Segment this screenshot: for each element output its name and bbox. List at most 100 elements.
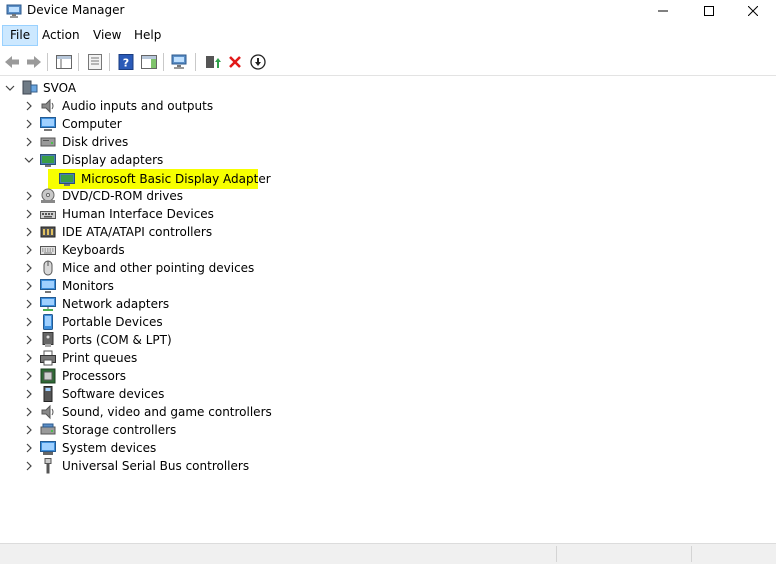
tree-item-usb-controllers[interactable]: Universal Serial Bus controllers xyxy=(0,457,300,475)
tree-item-ports[interactable]: Ports (COM & LPT) xyxy=(0,331,300,349)
back-arrow-icon xyxy=(5,56,19,68)
properties-icon xyxy=(88,54,102,70)
tree-item-label: System devices xyxy=(62,441,157,455)
chevron-down-icon[interactable] xyxy=(5,83,15,93)
speaker-icon xyxy=(41,98,54,114)
scan-hardware-button[interactable] xyxy=(170,52,190,72)
disable-device-button[interactable] xyxy=(248,52,268,72)
tree-item-audio[interactable]: Audio inputs and outputs xyxy=(0,97,300,115)
sound-controller-icon xyxy=(41,404,54,420)
forward-button[interactable] xyxy=(24,52,44,72)
tree-item-label: Storage controllers xyxy=(62,423,177,437)
update-driver-icon xyxy=(206,56,221,68)
hid-icon xyxy=(40,211,56,219)
window-title: Device Manager xyxy=(27,3,125,17)
display-adapter-icon xyxy=(40,154,56,167)
toolbar-separator xyxy=(163,53,164,71)
status-pane xyxy=(691,546,776,562)
scan-hardware-icon xyxy=(171,54,187,69)
chevron-right-icon[interactable] xyxy=(24,389,34,399)
chevron-right-icon[interactable] xyxy=(24,101,34,111)
tree-item-system-devices[interactable]: System devices xyxy=(0,439,300,457)
tree-item-label: Microsoft Basic Display Adapter xyxy=(81,172,271,186)
monitor-icon xyxy=(40,279,56,293)
system-device-icon xyxy=(40,441,56,455)
action-pane-button[interactable] xyxy=(139,52,159,72)
tree-item-sound-video-game-controllers[interactable]: Sound, video and game controllers xyxy=(0,403,300,421)
keyboard-icon xyxy=(40,246,56,255)
chevron-right-icon[interactable] xyxy=(24,353,34,363)
tree-item-label: Network adapters xyxy=(62,297,170,311)
status-bar xyxy=(0,543,776,564)
tree-item-label: DVD/CD-ROM drives xyxy=(62,189,184,203)
chevron-right-icon[interactable] xyxy=(24,191,34,201)
maximize-button[interactable] xyxy=(686,0,732,22)
tree-item-keyboards[interactable]: Keyboards xyxy=(0,241,300,259)
help-icon: ? xyxy=(118,54,134,70)
console-tree-icon xyxy=(56,55,72,69)
menu-action[interactable]: Action xyxy=(35,25,87,46)
tree-item-processors[interactable]: Processors xyxy=(0,367,300,385)
chevron-right-icon[interactable] xyxy=(24,227,34,237)
tree-item-mice[interactable]: Mice and other pointing devices xyxy=(0,259,300,277)
chevron-down-icon[interactable] xyxy=(24,155,34,165)
tree-item-label: Computer xyxy=(62,117,122,131)
chevron-right-icon[interactable] xyxy=(24,299,34,309)
menu-help[interactable]: Help xyxy=(127,25,168,46)
display-adapter-icon xyxy=(59,173,75,186)
tree-item-software-devices[interactable]: Software devices xyxy=(0,385,300,403)
toolbar-separator xyxy=(47,53,48,71)
tree-item-microsoft-basic-display-adapter[interactable]: Microsoft Basic Display Adapter xyxy=(48,169,271,189)
chevron-right-icon[interactable] xyxy=(24,209,34,219)
show-hide-console-tree-button[interactable] xyxy=(54,52,74,72)
chevron-right-icon[interactable] xyxy=(24,263,34,273)
tree-item-portable-devices[interactable]: Portable Devices xyxy=(0,313,300,331)
tree-item-monitors[interactable]: Monitors xyxy=(0,277,300,295)
chevron-right-icon[interactable] xyxy=(24,335,34,345)
tree-item-storage-controllers[interactable]: Storage controllers xyxy=(0,421,300,439)
processor-icon xyxy=(40,368,56,384)
tree-item-network-adapters[interactable]: Network adapters xyxy=(0,295,300,313)
tree-item-print-queues[interactable]: Print queues xyxy=(0,349,300,367)
menu-file[interactable]: File xyxy=(2,25,39,46)
chevron-right-icon[interactable] xyxy=(24,407,34,417)
back-button[interactable] xyxy=(2,52,22,72)
chevron-right-icon[interactable] xyxy=(24,317,34,327)
chevron-right-icon[interactable] xyxy=(24,425,34,435)
menu-view[interactable]: View xyxy=(86,25,128,46)
chevron-right-icon[interactable] xyxy=(24,443,34,453)
tree-item-display-adapters[interactable]: Display adapters xyxy=(0,151,300,169)
storage-controller-icon xyxy=(40,423,56,435)
chevron-right-icon[interactable] xyxy=(24,461,34,471)
tree-item-label: Ports (COM & LPT) xyxy=(62,333,172,347)
tree-item-computer[interactable]: Computer xyxy=(0,115,300,133)
chevron-right-icon[interactable] xyxy=(24,245,34,255)
status-pane xyxy=(556,546,692,562)
chevron-right-icon[interactable] xyxy=(24,119,34,129)
tree-item-disk-drives[interactable]: Disk drives xyxy=(0,133,300,151)
chevron-right-icon[interactable] xyxy=(24,137,34,147)
tree-item-ide-ata-atapi-controllers[interactable]: IDE ATA/ATAPI controllers xyxy=(0,223,300,241)
ide-controller-icon xyxy=(40,226,56,238)
help-button[interactable]: ? xyxy=(116,52,136,72)
chevron-right-icon[interactable] xyxy=(24,371,34,381)
minimize-button[interactable] xyxy=(640,0,686,22)
properties-button[interactable] xyxy=(85,52,105,72)
toolbar-separator xyxy=(109,53,110,71)
uninstall-device-button[interactable] xyxy=(225,52,245,72)
update-driver-button[interactable] xyxy=(203,52,223,72)
printer-icon xyxy=(40,350,56,366)
tree-item-label: Software devices xyxy=(62,387,165,401)
forward-arrow-icon xyxy=(27,56,41,68)
close-icon xyxy=(748,6,758,16)
close-button[interactable] xyxy=(730,0,776,22)
tree-item-dvd-cdrom-drives[interactable]: DVD/CD-ROM drives xyxy=(0,187,300,205)
uninstall-x-icon xyxy=(229,56,241,68)
dvd-drive-icon xyxy=(41,188,55,203)
tree-root-svoa[interactable]: SVOA xyxy=(0,79,300,97)
chevron-right-icon[interactable] xyxy=(24,281,34,291)
tree-item-human-interface-devices[interactable]: Human Interface Devices xyxy=(0,205,300,223)
tree-item-label: Processors xyxy=(62,369,127,383)
port-icon xyxy=(42,332,54,347)
toolbar: ? xyxy=(0,48,776,76)
